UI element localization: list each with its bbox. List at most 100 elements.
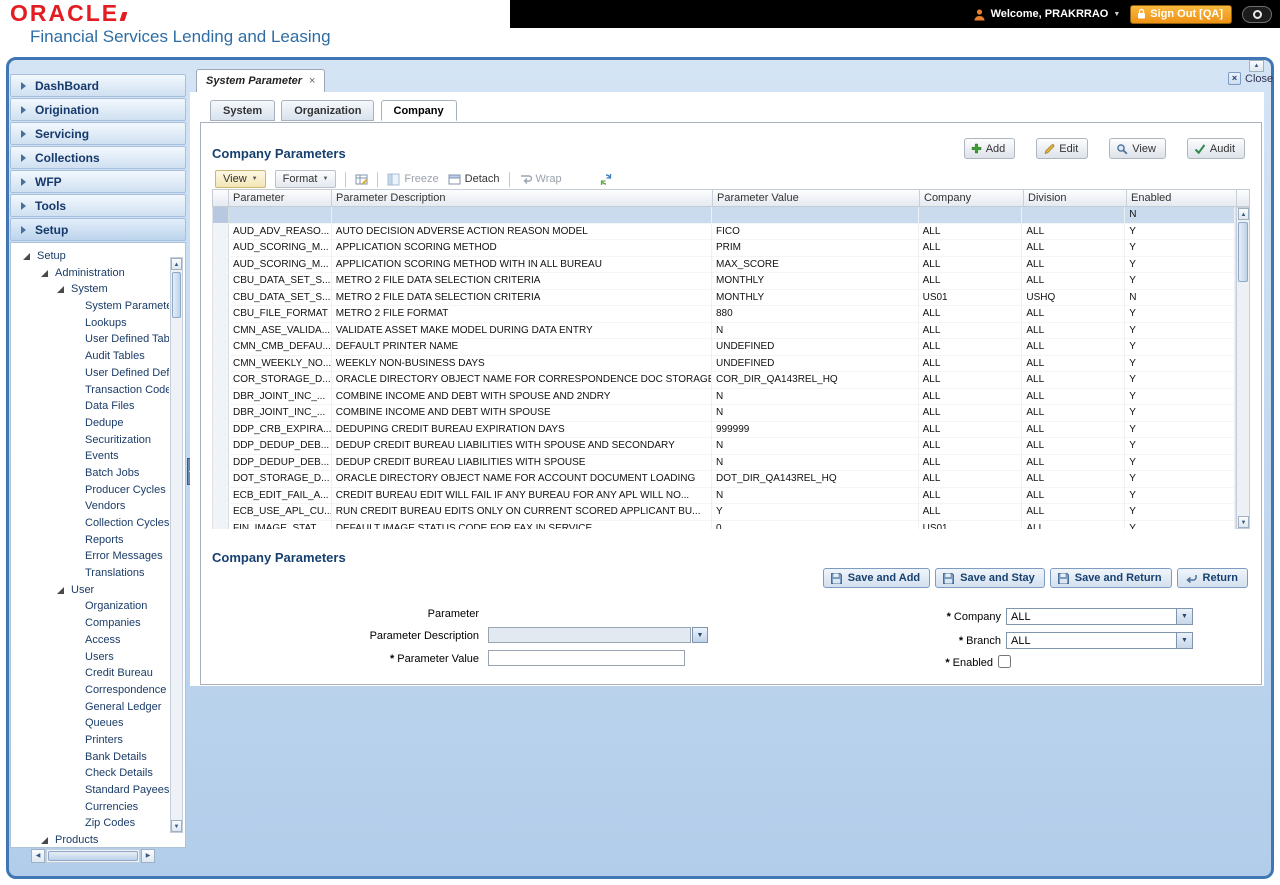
wrap-button[interactable]: Wrap bbox=[519, 173, 562, 186]
tree-node-queues[interactable]: Queues bbox=[11, 715, 169, 732]
sidebar-item-wfp[interactable]: WFP bbox=[10, 170, 186, 193]
column-header-company[interactable]: Company bbox=[920, 190, 1024, 206]
row-header-cell[interactable] bbox=[213, 224, 229, 241]
enabled-checkbox[interactable] bbox=[998, 655, 1011, 668]
table-row[interactable]: CMN_ASE_VALIDA...VALIDATE ASSET MAKE MOD… bbox=[213, 323, 1235, 340]
tree-node-access[interactable]: Access bbox=[11, 632, 169, 649]
table-row[interactable]: ECB_USE_APL_CU...RUN CREDIT BUREAU EDITS… bbox=[213, 504, 1235, 521]
sidebar-item-setup[interactable]: Setup bbox=[10, 218, 186, 241]
row-header-cell[interactable] bbox=[213, 207, 229, 224]
table-row[interactable]: AUD_SCORING_M...APPLICATION SCORING METH… bbox=[213, 240, 1235, 257]
format-menu-button[interactable]: Format ▼ bbox=[275, 170, 337, 188]
table-row[interactable]: DDP_DEDUP_DEB...DEDUP CREDIT BUREAU LIAB… bbox=[213, 455, 1235, 472]
tree-node-credit-bureau[interactable]: Credit Bureau bbox=[11, 665, 169, 682]
sidebar-horizontal-scrollbar[interactable]: ◀ ▶ bbox=[10, 849, 186, 864]
tree-expand-icon[interactable] bbox=[57, 587, 64, 594]
tree-node-currencies[interactable]: Currencies bbox=[11, 799, 169, 816]
tab-system[interactable]: System bbox=[210, 100, 275, 121]
tree-expand-icon[interactable] bbox=[23, 253, 30, 260]
tree-node-zip-codes[interactable]: Zip Codes bbox=[11, 815, 169, 832]
tab-company[interactable]: Company bbox=[381, 100, 457, 121]
view-menu-button[interactable]: View ▼ bbox=[215, 170, 266, 188]
row-header-cell[interactable] bbox=[213, 389, 229, 406]
tree-node-users[interactable]: Users bbox=[11, 649, 169, 666]
save-and-stay-button[interactable]: Save and Stay bbox=[935, 568, 1045, 588]
column-header-parameter-description[interactable]: Parameter Description bbox=[332, 190, 713, 206]
row-header-cell[interactable] bbox=[213, 471, 229, 488]
tree-expand-icon[interactable] bbox=[57, 286, 64, 293]
scroll-top-button[interactable]: ▲ bbox=[1249, 60, 1264, 72]
column-header-enabled[interactable]: Enabled bbox=[1127, 190, 1237, 206]
row-header-cell[interactable] bbox=[213, 339, 229, 356]
row-header-cell[interactable] bbox=[213, 306, 229, 323]
tree-node-system-parameters[interactable]: System Parameters bbox=[11, 298, 169, 315]
tab-organization[interactable]: Organization bbox=[281, 100, 374, 121]
detach-button[interactable]: Detach bbox=[448, 173, 500, 186]
scroll-right-button[interactable]: ▶ bbox=[141, 849, 155, 863]
sidebar-item-tools[interactable]: Tools bbox=[10, 194, 186, 217]
scroll-down-button[interactable]: ▼ bbox=[1238, 516, 1249, 528]
row-header-cell[interactable] bbox=[213, 372, 229, 389]
close-button[interactable]: × Close bbox=[1228, 72, 1273, 85]
row-header-cell[interactable] bbox=[213, 488, 229, 505]
add-button[interactable]: Add bbox=[964, 138, 1016, 159]
parameter-value-input[interactable] bbox=[488, 650, 685, 666]
tree-node-system[interactable]: System bbox=[11, 281, 169, 298]
table-row[interactable]: DBR_JOINT_INC_...COMBINE INCOME AND DEBT… bbox=[213, 389, 1235, 406]
tree-node-user[interactable]: User bbox=[11, 582, 169, 599]
tree-node-collection-cycles[interactable]: Collection Cycles bbox=[11, 515, 169, 532]
tree-node-user-defined-defaults[interactable]: User Defined Defaults bbox=[11, 365, 169, 382]
table-row[interactable]: DBR_JOINT_INC_...COMBINE INCOME AND DEBT… bbox=[213, 405, 1235, 422]
row-header-cell[interactable] bbox=[213, 455, 229, 472]
row-header-cell[interactable] bbox=[213, 356, 229, 373]
tree-node-translations[interactable]: Translations bbox=[11, 565, 169, 582]
welcome-menu[interactable]: Welcome, PRAKRRAO ▼ bbox=[973, 8, 1121, 21]
row-header-cell[interactable] bbox=[213, 257, 229, 274]
row-header-cell[interactable] bbox=[213, 290, 229, 307]
tree-node-producer-cycles[interactable]: Producer Cycles bbox=[11, 482, 169, 499]
scrollbar-thumb[interactable] bbox=[48, 851, 138, 861]
tree-node-data-files[interactable]: Data Files bbox=[11, 398, 169, 415]
tree-node-transaction-codes[interactable]: Transaction Codes bbox=[11, 382, 169, 399]
column-header-parameter[interactable]: Parameter bbox=[229, 190, 332, 206]
scroll-left-button[interactable]: ◀ bbox=[31, 849, 45, 863]
tree-node-audit-tables[interactable]: Audit Tables bbox=[11, 348, 169, 365]
tree-node-batch-jobs[interactable]: Batch Jobs bbox=[11, 465, 169, 482]
view-button[interactable]: View bbox=[1109, 138, 1166, 159]
save-and-add-button[interactable]: Save and Add bbox=[823, 568, 930, 588]
sidebar-item-collections[interactable]: Collections bbox=[10, 146, 186, 169]
tree-node-reports[interactable]: Reports bbox=[11, 532, 169, 549]
branch-select[interactable]: ALL ▼ bbox=[1006, 632, 1193, 649]
parameter-description-lov-button[interactable]: ▼ bbox=[692, 627, 708, 643]
tree-node-products[interactable]: Products bbox=[11, 832, 169, 848]
scrollbar-track[interactable] bbox=[46, 849, 140, 863]
tree-node-correspondence[interactable]: Correspondence bbox=[11, 682, 169, 699]
tree-expand-icon[interactable] bbox=[41, 270, 48, 277]
table-row[interactable]: FIN_IMAGE_STAT...DEFAULT IMAGE STATUS CO… bbox=[213, 521, 1235, 530]
sidebar-item-dashboard[interactable]: DashBoard bbox=[10, 74, 186, 97]
row-header-cell[interactable] bbox=[213, 323, 229, 340]
table-row[interactable]: CMN_WEEKLY_NO...WEEKLY NON-BUSINESS DAYS… bbox=[213, 356, 1235, 373]
tree-node-securitization[interactable]: Securitization bbox=[11, 432, 169, 449]
row-header-cell[interactable] bbox=[213, 273, 229, 290]
table-row[interactable]: CMN_CMB_DEFAU...DEFAULT PRINTER NAMEUNDE… bbox=[213, 339, 1235, 356]
table-row[interactable]: CBU_FILE_FORMATMETRO 2 FILE FORMAT880ALL… bbox=[213, 306, 1235, 323]
tree-expand-icon[interactable] bbox=[41, 837, 48, 844]
scroll-up-button[interactable]: ▲ bbox=[171, 258, 182, 270]
row-header-cell[interactable] bbox=[213, 240, 229, 257]
tree-node-user-defined-tables[interactable]: User Defined Tables bbox=[11, 331, 169, 348]
return-button[interactable]: Return bbox=[1177, 568, 1248, 588]
scroll-up-button[interactable]: ▲ bbox=[1238, 208, 1249, 220]
row-header-cell[interactable] bbox=[213, 422, 229, 439]
company-select[interactable]: ALL ▼ bbox=[1006, 608, 1193, 625]
scrollbar-thumb[interactable] bbox=[172, 272, 181, 318]
tab-system-parameter[interactable]: System Parameter × bbox=[196, 69, 325, 92]
tree-node-printers[interactable]: Printers bbox=[11, 732, 169, 749]
column-header-division[interactable]: Division bbox=[1024, 190, 1127, 206]
table-row[interactable]: AUD_SCORING_M...APPLICATION SCORING METH… bbox=[213, 257, 1235, 274]
table-row[interactable]: COR_STORAGE_D...ORACLE DIRECTORY OBJECT … bbox=[213, 372, 1235, 389]
sign-out-button[interactable]: Sign Out [QA] bbox=[1130, 5, 1232, 24]
tree-scrollbar[interactable]: ▲ ▼ bbox=[170, 257, 183, 833]
row-header-cell[interactable] bbox=[213, 521, 229, 530]
sidebar-item-origination[interactable]: Origination bbox=[10, 98, 186, 121]
